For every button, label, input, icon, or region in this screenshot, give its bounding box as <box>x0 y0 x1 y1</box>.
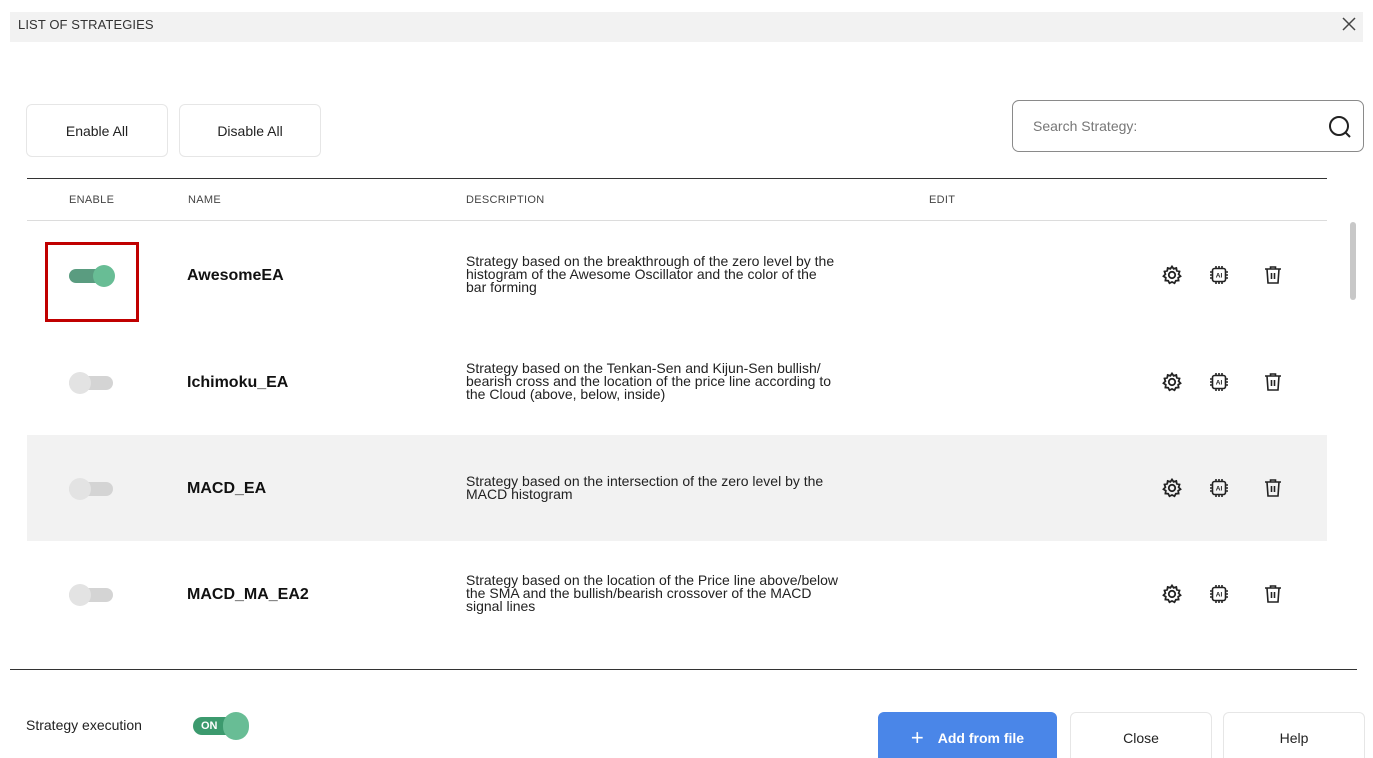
strategy-description: Strategy based on the Tenkan-Sen and Kij… <box>466 360 831 402</box>
enable-toggle[interactable] <box>69 584 115 606</box>
toggle-state-text: ON <box>201 720 218 732</box>
footer-divider <box>10 669 1357 670</box>
add-from-file-label: Add from file <box>937 730 1025 746</box>
svg-text:AI: AI <box>1216 273 1223 280</box>
trash-icon[interactable] <box>1262 583 1284 605</box>
plus-icon: + <box>910 725 924 750</box>
ai-chip-icon[interactable]: AI <box>1208 583 1230 605</box>
close-icon[interactable] <box>1339 12 1359 36</box>
enable-all-button[interactable]: Enable All <box>26 104 168 157</box>
trash-icon[interactable] <box>1262 477 1284 499</box>
svg-text:AI: AI <box>1216 592 1223 599</box>
gear-icon[interactable] <box>1161 264 1183 286</box>
add-from-file-button[interactable]: + Add from file <box>878 712 1057 758</box>
strategy-description: Strategy based on the location of the Pr… <box>466 572 839 614</box>
svg-text:AI: AI <box>1216 486 1223 493</box>
svg-text:AI: AI <box>1216 380 1223 387</box>
scrollbar-thumb[interactable] <box>1350 222 1356 300</box>
title-bar <box>10 12 1363 42</box>
ai-chip-icon[interactable]: AI <box>1208 264 1230 286</box>
table-row: MACD_EA Strategy based on the intersecti… <box>27 435 1327 541</box>
disable-all-button[interactable]: Disable All <box>179 104 321 157</box>
gear-icon[interactable] <box>1161 371 1183 393</box>
gear-icon[interactable] <box>1161 583 1183 605</box>
ai-chip-icon[interactable]: AI <box>1208 477 1230 499</box>
gear-icon[interactable] <box>1161 477 1183 499</box>
search-icon[interactable] <box>1327 114 1353 140</box>
strategy-execution-toggle[interactable]: ON <box>193 711 253 741</box>
scrollbar[interactable] <box>1350 222 1356 646</box>
search-box <box>1012 100 1364 152</box>
column-header-enable: ENABLE <box>69 194 115 206</box>
strategy-name: AwesomeEA <box>187 267 284 284</box>
enable-toggle[interactable] <box>69 478 115 500</box>
strategy-name: MACD_EA <box>187 480 267 497</box>
help-button[interactable]: Help <box>1223 712 1365 758</box>
table-row: Ichimoku_EA Strategy based on the Tenkan… <box>27 329 1327 435</box>
table-row: AwesomeEA Strategy based on the breakthr… <box>27 222 1327 328</box>
column-header-edit: EDIT <box>929 194 956 206</box>
column-header-description: DESCRIPTION <box>466 194 545 206</box>
strategy-name: MACD_MA_EA2 <box>187 586 309 603</box>
strategy-description: Strategy based on the breakthrough of th… <box>466 253 835 295</box>
ai-chip-icon[interactable]: AI <box>1208 371 1230 393</box>
strategy-name: Ichimoku_EA <box>187 374 289 391</box>
close-button[interactable]: Close <box>1070 712 1212 758</box>
header-divider <box>27 220 1327 221</box>
strategy-execution-label: Strategy execution <box>26 717 142 733</box>
table-top-divider <box>27 178 1327 179</box>
enable-toggle[interactable] <box>69 372 115 394</box>
window-title: LIST OF STRATEGIES <box>18 17 154 32</box>
column-header-name: NAME <box>188 194 221 206</box>
trash-icon[interactable] <box>1262 371 1284 393</box>
enable-toggle[interactable] <box>69 265 115 287</box>
strategy-description: Strategy based on the intersection of th… <box>466 473 824 502</box>
search-input[interactable] <box>1033 114 1313 138</box>
trash-icon[interactable] <box>1262 264 1284 286</box>
table-row: MACD_MA_EA2 Strategy based on the locati… <box>27 541 1327 647</box>
